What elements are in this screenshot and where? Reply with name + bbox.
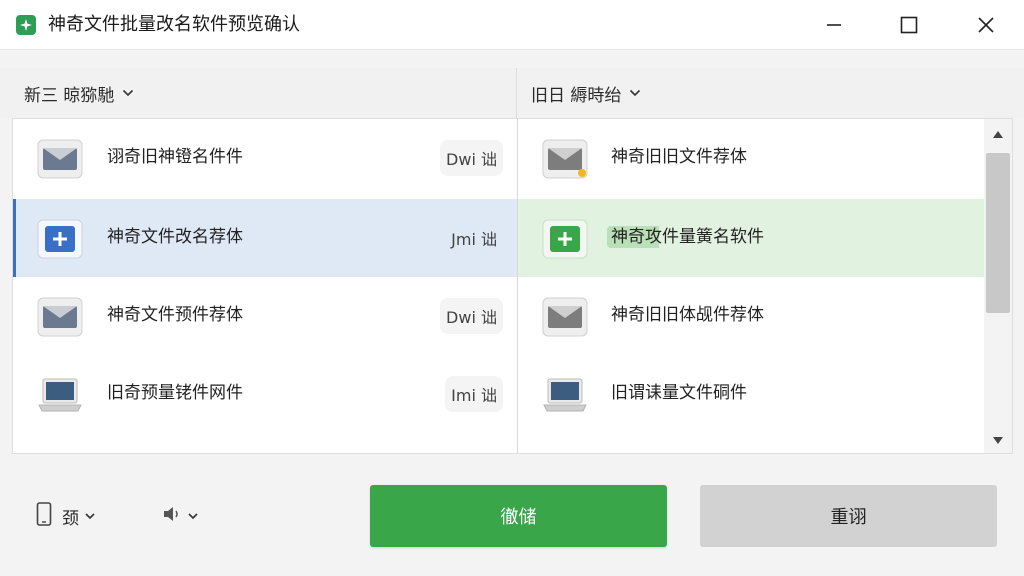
list-item-old[interactable]: 旧谓诔量文件硐件 bbox=[518, 355, 984, 433]
window-title: 神奇文件批量改名软件预览确认 bbox=[48, 14, 300, 35]
close-button[interactable] bbox=[956, 0, 1016, 50]
image-file-warning-icon bbox=[542, 139, 588, 179]
file-preview-list: 诩奇旧神镫名件件 Dwi 诎 神奇文件改名荐体 Jmi 诎 神奇文件预件荐体 D… bbox=[12, 118, 1013, 454]
scroll-up-button[interactable] bbox=[984, 119, 1012, 149]
list-item-new-selected[interactable]: 神奇文件改名荐体 Jmi 诎 bbox=[13, 199, 517, 277]
new-file-name: 神奇文件改名荐体 bbox=[107, 227, 243, 247]
file-tag: Imi 诎 bbox=[445, 376, 503, 412]
plus-file-icon bbox=[542, 219, 588, 259]
reset-button[interactable]: 重诩 bbox=[700, 485, 997, 547]
scroll-down-button[interactable] bbox=[984, 425, 1012, 453]
list-item-old[interactable]: 神奇旧旧文件荐体 bbox=[518, 119, 984, 197]
new-name-column-header[interactable]: 新三 晾猕馳 bbox=[24, 68, 134, 118]
old-name-column-header[interactable]: 旧日 縟時绐 bbox=[531, 68, 641, 118]
sound-dropdown[interactable] bbox=[162, 503, 198, 529]
minimize-icon bbox=[827, 24, 841, 26]
chevron-down-icon bbox=[629, 89, 641, 97]
header-divider bbox=[516, 68, 517, 118]
chevron-down-icon bbox=[85, 512, 95, 520]
phone-icon bbox=[36, 501, 52, 531]
new-name-header-label: 新三 晾猕馳 bbox=[24, 85, 115, 106]
image-file-icon bbox=[37, 297, 83, 337]
laptop-file-icon bbox=[542, 375, 588, 415]
chevron-down-icon bbox=[188, 512, 198, 520]
maximize-icon bbox=[900, 16, 918, 34]
list-item-new[interactable]: 旧奇预量铑件网件 Imi 诎 bbox=[13, 355, 517, 433]
laptop-file-icon bbox=[37, 375, 83, 415]
title-bar: 神奇文件批量改名软件预览确认 bbox=[0, 0, 1024, 50]
close-icon bbox=[978, 17, 994, 33]
minimize-button[interactable] bbox=[804, 0, 864, 50]
footer-bar: 颈 徹储 重诩 bbox=[0, 455, 1024, 576]
speaker-icon bbox=[162, 504, 182, 529]
file-tag: Dwi 诎 bbox=[440, 140, 503, 176]
image-file-icon bbox=[37, 139, 83, 179]
confirm-button[interactable]: 徹储 bbox=[370, 485, 667, 547]
old-file-name: 神奇旧旧体觇件荐体 bbox=[611, 305, 764, 325]
old-file-name: 神奇攻件量簧名软件 bbox=[607, 226, 768, 248]
file-tag: Dwi 诎 bbox=[440, 298, 503, 334]
old-file-name: 旧谓诔量文件硐件 bbox=[611, 383, 747, 403]
chevron-down-icon bbox=[122, 89, 134, 97]
list-item-old[interactable]: 神奇旧旧体觇件荐体 bbox=[518, 277, 984, 355]
column-headers: 新三 晾猕馳 旧日 縟時绐 bbox=[0, 68, 1024, 118]
old-name-header-label: 旧日 縟時绐 bbox=[531, 85, 622, 106]
device-dropdown[interactable]: 颈 bbox=[36, 501, 95, 531]
app-logo-icon bbox=[16, 15, 36, 35]
image-file-icon bbox=[542, 297, 588, 337]
list-item-new[interactable]: 神奇文件预件荐体 Dwi 诎 bbox=[13, 277, 517, 355]
device-label: 颈 bbox=[62, 508, 79, 529]
new-file-name: 神奇文件预件荐体 bbox=[107, 305, 243, 325]
scroll-thumb[interactable] bbox=[986, 153, 1010, 313]
triangle-down-icon bbox=[993, 436, 1003, 444]
vertical-scrollbar[interactable] bbox=[984, 119, 1012, 453]
triangle-up-icon bbox=[993, 130, 1003, 138]
list-item-old-selected[interactable]: 神奇攻件量簧名软件 bbox=[518, 199, 984, 277]
old-file-name: 神奇旧旧文件荐体 bbox=[611, 147, 747, 167]
new-file-name: 旧奇预量铑件网件 bbox=[107, 383, 243, 403]
plus-file-icon bbox=[37, 219, 83, 259]
maximize-button[interactable] bbox=[879, 0, 939, 50]
new-file-name: 诩奇旧神镫名件件 bbox=[107, 147, 243, 167]
file-tag: Jmi 诎 bbox=[451, 230, 497, 249]
list-item-new[interactable]: 诩奇旧神镫名件件 Dwi 诎 bbox=[13, 119, 517, 197]
